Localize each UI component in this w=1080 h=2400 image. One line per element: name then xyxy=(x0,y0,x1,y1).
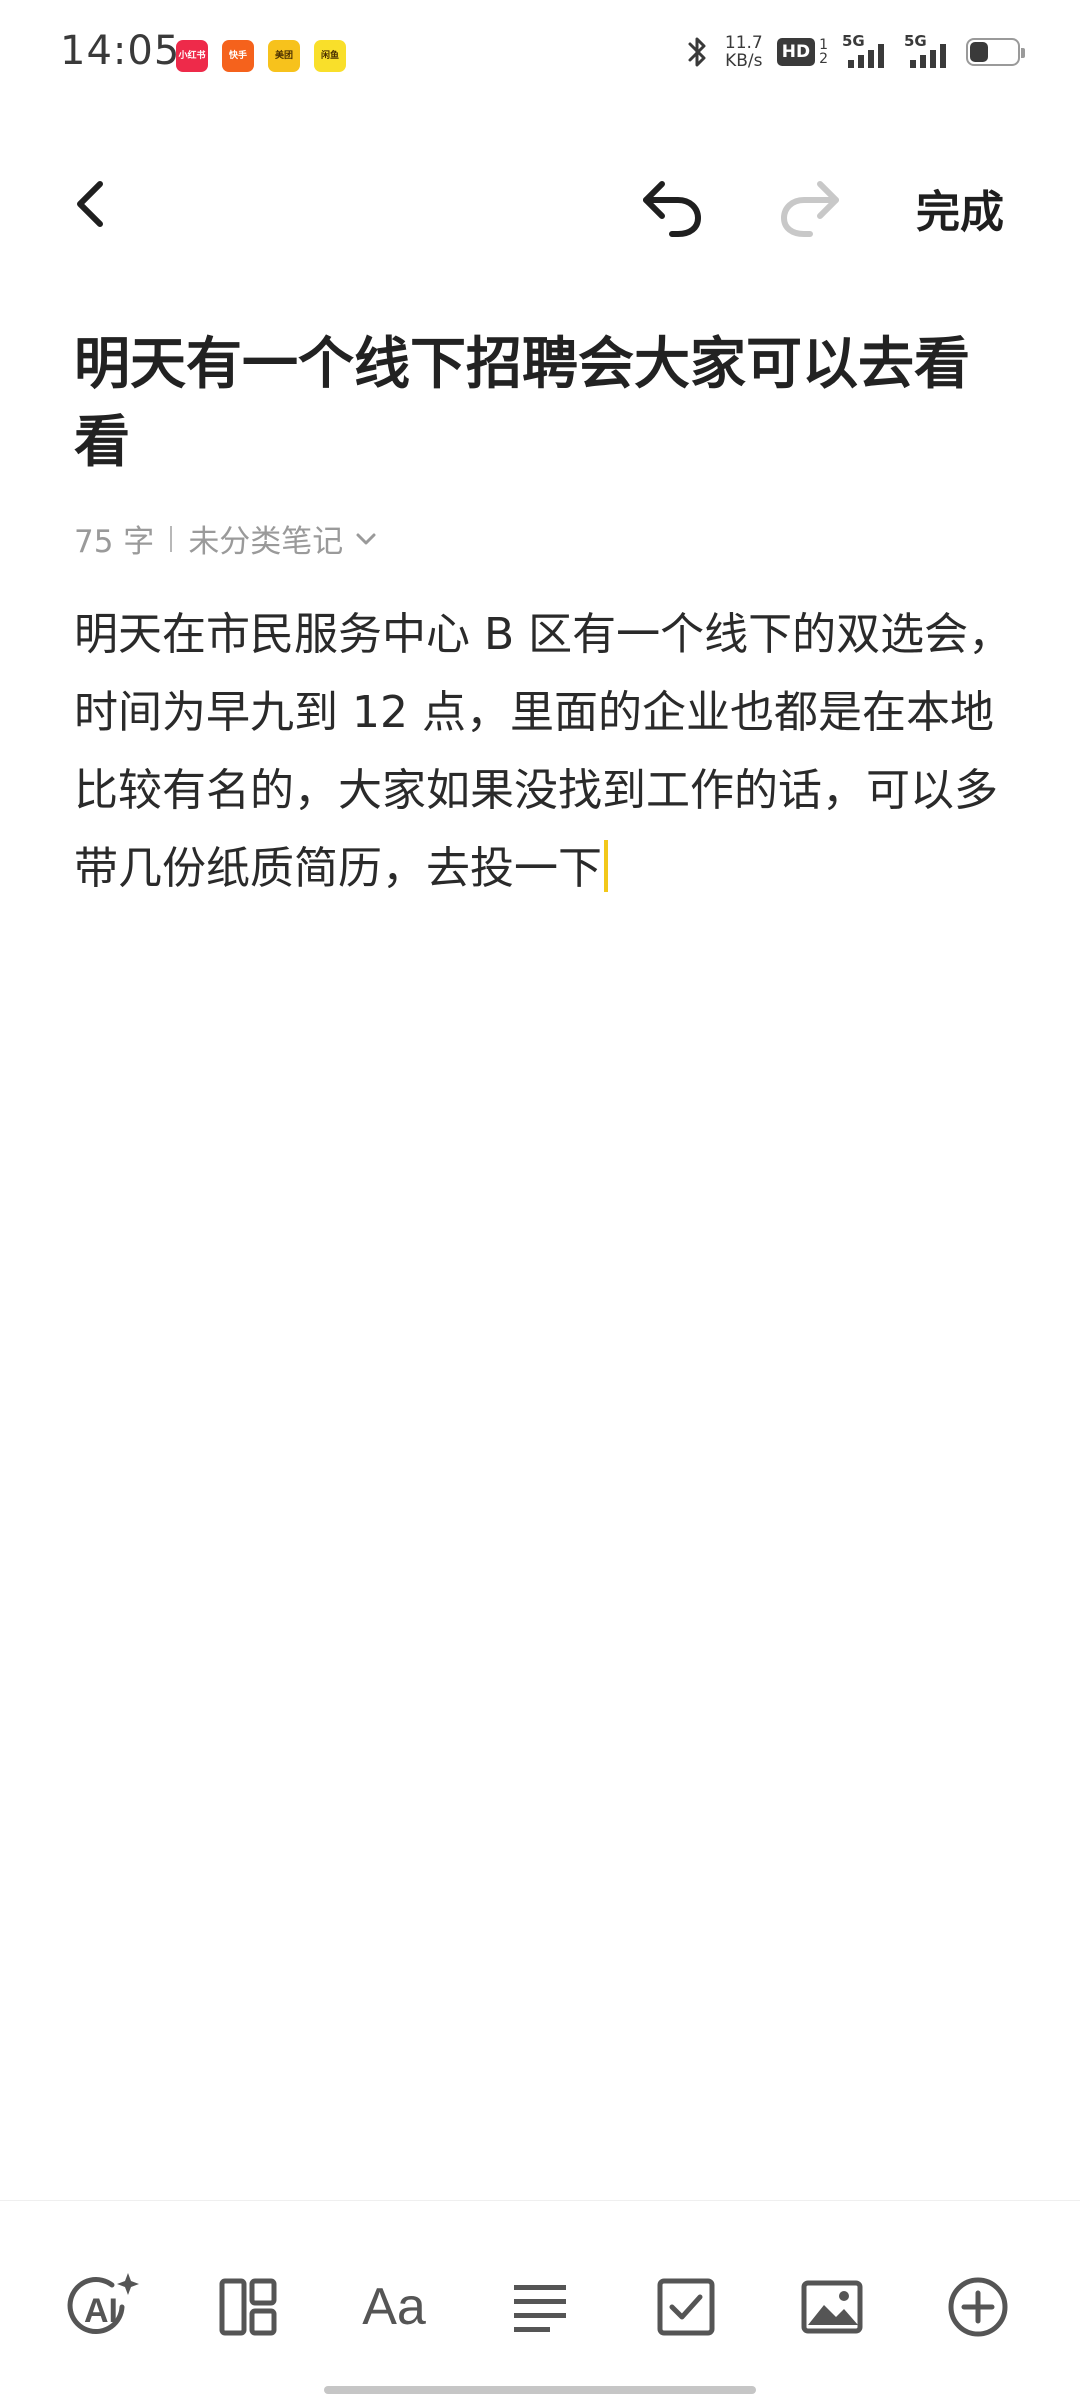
status-indicators: 11.7 KB/s HD 1 2 5G 5G xyxy=(685,32,1025,70)
font-icon: Aa xyxy=(362,2278,426,2336)
back-icon[interactable] xyxy=(60,172,124,236)
meta-divider xyxy=(170,525,173,552)
note-body-editor[interactable]: 明天在市民服务中心 B 区有一个线下的双选会，时间为早九到 12 点，里面的企业… xyxy=(74,596,1014,908)
battery-cap xyxy=(1021,48,1025,58)
bottom-toolbar: AI Aa xyxy=(0,2200,1080,2400)
signal-2-label: 5G xyxy=(904,32,927,50)
image-icon xyxy=(801,2280,863,2334)
status-bar: 14:05 小红书 快手 美团 闲鱼 11.7 KB/s HD 1 2 5G 5… xyxy=(0,0,1080,110)
ai-label: AI xyxy=(84,2292,118,2330)
xiaohongshu-icon: 小红书 xyxy=(176,40,208,72)
chevron-down-icon xyxy=(356,533,376,544)
add-button[interactable] xyxy=(938,2267,1018,2347)
note-body-text: 明天在市民服务中心 B 区有一个线下的双选会，时间为早九到 12 点，里面的企业… xyxy=(74,609,1013,894)
network-speed-value: 11.7 xyxy=(724,33,763,53)
word-count: 75 字 xyxy=(74,524,155,560)
font-button[interactable]: Aa xyxy=(354,2267,434,2347)
layout-button[interactable] xyxy=(208,2267,288,2347)
notification-icons: 小红书 快手 美团 闲鱼 xyxy=(176,40,346,72)
hd-sub-top: 1 xyxy=(819,37,828,53)
xianyu-icon: 闲鱼 xyxy=(314,40,346,72)
redo-icon[interactable] xyxy=(774,172,846,240)
battery-level xyxy=(970,42,988,62)
checkbox-icon xyxy=(657,2278,715,2336)
undo-icon[interactable] xyxy=(636,172,708,240)
layout-icon xyxy=(219,2278,277,2336)
align-icon xyxy=(514,2285,566,2332)
category-selector[interactable]: 未分类笔记 xyxy=(188,516,379,561)
signal-1-label: 5G xyxy=(842,32,865,50)
home-indicator[interactable] xyxy=(324,2386,756,2394)
note-title[interactable]: 明天有一个线下招聘会大家可以去看看 xyxy=(74,326,1014,482)
checklist-button[interactable] xyxy=(646,2267,726,2347)
hd-badge: HD xyxy=(776,38,816,66)
category-label: 未分类笔记 xyxy=(188,524,344,560)
hd-sub-bottom: 2 xyxy=(819,51,828,67)
signal-1: 5G xyxy=(842,32,890,70)
status-time: 14:05 xyxy=(60,28,181,74)
add-icon xyxy=(948,2277,1008,2337)
meituan-icon: 美团 xyxy=(268,40,300,72)
text-cursor xyxy=(604,840,608,892)
network-speed: 11.7 KB/s xyxy=(725,34,763,70)
bluetooth-icon xyxy=(688,37,706,67)
ai-icon: AI xyxy=(67,2273,139,2334)
signal-2: 5G xyxy=(904,32,952,70)
align-button[interactable] xyxy=(500,2267,580,2347)
editor-toolbar: 完成 xyxy=(0,150,1080,260)
ai-button[interactable]: AI xyxy=(64,2267,144,2347)
network-speed-unit: KB/s xyxy=(725,51,763,71)
kuaishou-icon: 快手 xyxy=(222,40,254,72)
note-meta: 75 字 未分类笔记 xyxy=(74,516,379,561)
hd-sim-indicator: 1 2 xyxy=(819,38,828,66)
image-button[interactable] xyxy=(792,2267,872,2347)
battery-icon xyxy=(966,38,1025,66)
done-button[interactable]: 完成 xyxy=(916,176,1004,240)
